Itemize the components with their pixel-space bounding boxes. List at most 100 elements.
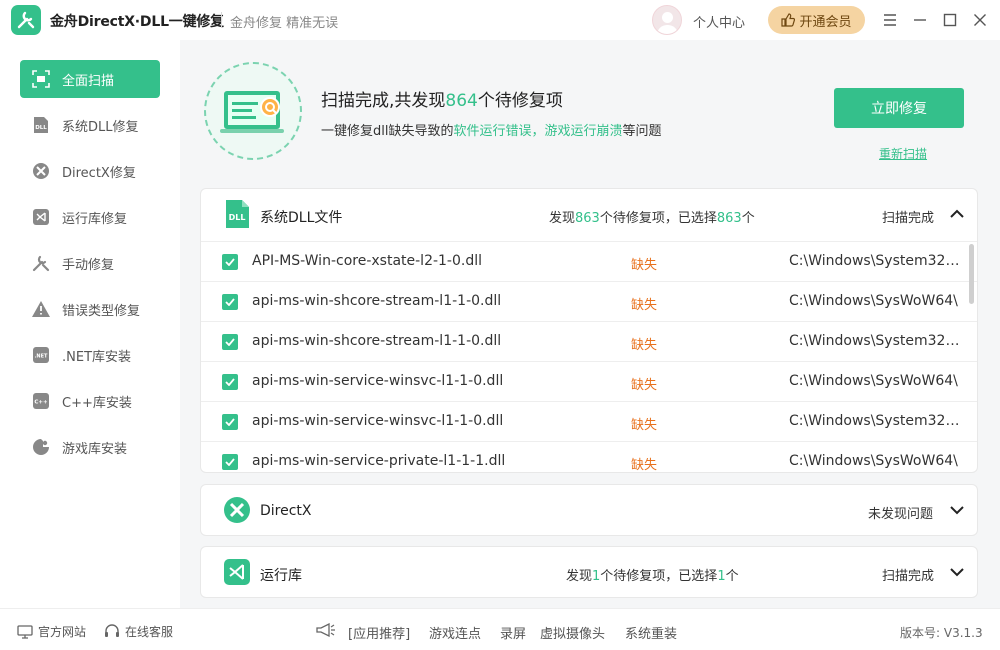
directx-icon bbox=[223, 495, 251, 525]
app-recommend-label: [应用推荐] bbox=[348, 627, 411, 642]
directx-panel-header[interactable]: DirectX 未发现问题 bbox=[201, 485, 977, 537]
sidebar-item-cpp-install[interactable]: C++ C++库安装 bbox=[20, 382, 160, 420]
runtime-panel-header[interactable]: 运行库 发现1个待修复项，已选择1个 扫描完成 bbox=[201, 547, 977, 599]
dll-name: api-ms-win-service-private-l1-1-1.dll bbox=[252, 453, 506, 469]
scrollbar-thumb[interactable] bbox=[969, 244, 974, 304]
sidebar-item-label: .NET库安装 bbox=[62, 349, 132, 365]
sidebar-item-label: 系统DLL修复 bbox=[62, 119, 139, 135]
svg-text:DLL: DLL bbox=[35, 125, 47, 131]
maximize-icon[interactable] bbox=[940, 10, 960, 30]
row-checkbox[interactable] bbox=[222, 254, 238, 270]
sidebar-item-error-repair[interactable]: 错误类型修复 bbox=[20, 290, 160, 328]
dll-panel-header[interactable]: DLL 系统DLL文件 发现863个待修复项，已选择863个 扫描完成 bbox=[201, 189, 977, 241]
sidebar: 全面扫描 DLL 系统DLL修复 DirectX修复 运行库修复 手动修复 错误… bbox=[0, 40, 180, 608]
sidebar-item-dotnet-install[interactable]: .NET .NET库安装 bbox=[20, 336, 160, 374]
sidebar-item-game-install[interactable]: 游戏库安装 bbox=[20, 428, 160, 466]
footer-link-screen-recorder[interactable]: 录屏 bbox=[500, 623, 526, 642]
dll-name: API-MS-Win-core-xstate-l2-1-0.dll bbox=[252, 253, 483, 269]
dll-file-list: API-MS-Win-core-xstate-l2-1-0.dll 缺失 C:\… bbox=[201, 241, 977, 471]
dll-status: 缺失 bbox=[631, 418, 658, 433]
dotnet-icon: .NET bbox=[32, 346, 50, 364]
sidebar-item-full-scan[interactable]: 全面扫描 bbox=[20, 60, 160, 98]
row-checkbox[interactable] bbox=[222, 334, 238, 350]
dll-path: C:\Windows\System32\downlevel\ bbox=[789, 253, 961, 269]
dll-status: 缺失 bbox=[631, 378, 658, 393]
warning-icon bbox=[32, 300, 50, 318]
directx-icon bbox=[32, 162, 50, 180]
sidebar-item-label: DirectX修复 bbox=[62, 165, 136, 181]
svg-text:DLL: DLL bbox=[229, 213, 246, 222]
sidebar-item-label: 错误类型修复 bbox=[62, 303, 141, 319]
runtime-panel: 运行库 发现1个待修复项，已选择1个 扫描完成 bbox=[200, 546, 978, 598]
directx-panel-title: DirectX bbox=[260, 503, 312, 519]
table-row[interactable]: api-ms-win-service-winsvc-l1-1-0.dll 缺失 … bbox=[201, 402, 977, 442]
vip-label: 开通会员 bbox=[799, 14, 852, 30]
svg-text:C++: C++ bbox=[34, 400, 48, 406]
menu-icon[interactable] bbox=[880, 10, 900, 30]
row-checkbox[interactable] bbox=[222, 414, 238, 430]
cpp-icon: C++ bbox=[32, 392, 50, 410]
footer-link-system-reinstall[interactable]: 系统重装 bbox=[625, 623, 677, 642]
game-icon bbox=[32, 438, 50, 456]
online-service-link[interactable]: 在线客服 bbox=[104, 623, 173, 640]
dll-path: C:\Windows\SysWoW64\ bbox=[789, 373, 958, 389]
dll-path: C:\Windows\System32\downlevel\ bbox=[789, 333, 961, 349]
profile-link[interactable]: 个人中心 bbox=[693, 12, 745, 31]
scan-result-title: 扫描完成,共发现864个待修复项 bbox=[321, 91, 563, 111]
sidebar-item-label: C++库安装 bbox=[62, 395, 132, 411]
runtime-panel-title: 运行库 bbox=[260, 568, 302, 584]
monitor-icon bbox=[17, 624, 33, 639]
table-row[interactable]: API-MS-Win-core-xstate-l2-1-0.dll 缺失 C:\… bbox=[201, 242, 977, 282]
dll-file-icon: DLL bbox=[223, 199, 251, 229]
row-checkbox[interactable] bbox=[222, 374, 238, 390]
sidebar-item-manual-repair[interactable]: 手动修复 bbox=[20, 244, 160, 282]
footer-link-virtual-camera[interactable]: 虚拟摄像头 bbox=[540, 623, 605, 642]
rescan-link[interactable]: 重新扫描 bbox=[879, 145, 927, 162]
table-row[interactable]: api-ms-win-service-private-l1-1-1.dll 缺失… bbox=[201, 442, 977, 471]
title-divider bbox=[221, 12, 222, 28]
scan-result-subtitle: 一键修复dll缺失导致的软件运行错误，游戏运行崩溃等问题 bbox=[321, 124, 662, 139]
fix-now-button[interactable]: 立即修复 bbox=[834, 88, 964, 128]
minimize-icon[interactable] bbox=[910, 10, 930, 30]
directx-panel-status: 未发现问题 bbox=[868, 507, 934, 522]
tools-icon bbox=[32, 254, 50, 272]
chevron-up-icon[interactable] bbox=[949, 206, 965, 222]
app-logo-icon bbox=[11, 5, 41, 35]
megaphone-icon bbox=[316, 623, 336, 637]
dll-path: C:\Windows\SysWoW64\ bbox=[789, 293, 958, 309]
sidebar-item-runtime-repair[interactable]: 运行库修复 bbox=[20, 198, 160, 236]
table-row[interactable]: api-ms-win-service-winsvc-l1-1-0.dll 缺失 … bbox=[201, 362, 977, 402]
scan-icon bbox=[32, 70, 50, 88]
title-bar: 金舟DirectX·DLL一键修复 金舟修复 精准无误 个人中心 开通会员 bbox=[0, 0, 1000, 40]
dll-path: C:\Windows\System32\downlevel\ bbox=[789, 413, 961, 429]
vip-button[interactable]: 开通会员 bbox=[768, 6, 865, 34]
dll-path: C:\Windows\SysWoW64\ bbox=[789, 453, 958, 469]
sidebar-item-dll-repair[interactable]: DLL 系统DLL修复 bbox=[20, 106, 160, 144]
sidebar-item-label: 全面扫描 bbox=[62, 73, 115, 89]
runtime-panel-summary: 发现1个待修复项，已选择1个 bbox=[566, 569, 739, 584]
dll-status: 缺失 bbox=[631, 458, 658, 471]
table-row[interactable]: api-ms-win-shcore-stream-l1-1-0.dll 缺失 C… bbox=[201, 282, 977, 322]
vs-runtime-icon bbox=[223, 557, 251, 587]
footer-link-auto-clicker[interactable]: 游戏连点 bbox=[429, 623, 481, 642]
vs-runtime-icon bbox=[32, 208, 50, 226]
table-row[interactable]: api-ms-win-shcore-stream-l1-1-0.dll 缺失 C… bbox=[201, 322, 977, 362]
row-checkbox[interactable] bbox=[222, 454, 238, 470]
dll-panel-title: 系统DLL文件 bbox=[260, 210, 343, 226]
avatar[interactable] bbox=[652, 5, 682, 35]
dll-status: 缺失 bbox=[631, 258, 658, 273]
runtime-panel-status: 扫描完成 bbox=[882, 569, 935, 584]
footer: 官方网站 在线客服 [应用推荐] 游戏连点 录屏 虚拟摄像头 系统重装 版本号:… bbox=[0, 608, 1000, 650]
chevron-down-icon[interactable] bbox=[949, 502, 965, 518]
row-checkbox[interactable] bbox=[222, 294, 238, 310]
sidebar-item-label: 运行库修复 bbox=[62, 211, 128, 227]
thumbs-up-icon bbox=[781, 13, 796, 27]
directx-panel: DirectX 未发现问题 bbox=[200, 484, 978, 536]
chevron-down-icon[interactable] bbox=[949, 564, 965, 580]
dll-status: 缺失 bbox=[631, 338, 658, 353]
dll-status: 缺失 bbox=[631, 298, 658, 313]
dll-name: api-ms-win-shcore-stream-l1-1-0.dll bbox=[252, 293, 502, 309]
close-icon[interactable] bbox=[970, 10, 990, 30]
sidebar-item-directx-repair[interactable]: DirectX修复 bbox=[20, 152, 160, 190]
official-site-link[interactable]: 官方网站 bbox=[17, 623, 86, 640]
